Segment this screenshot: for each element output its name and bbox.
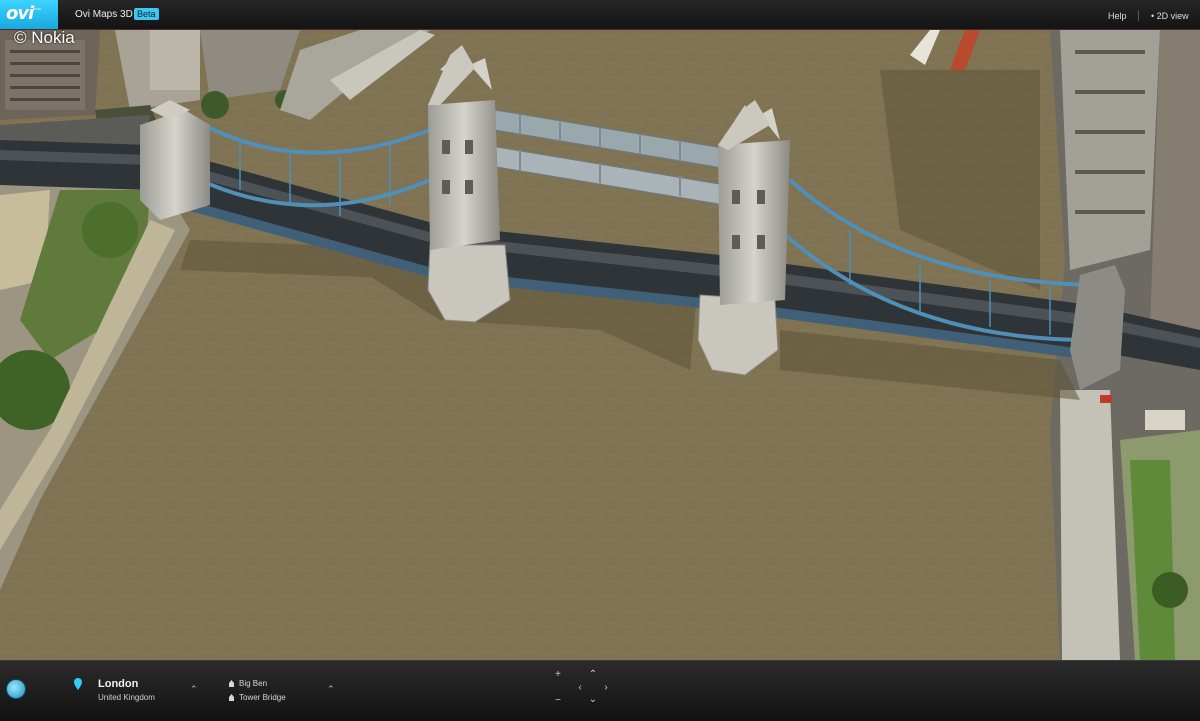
pan-down-icon[interactable]: ⌄ [587,694,599,705]
location-pin-icon [74,678,82,690]
pan-left-icon[interactable]: ‹ [574,682,586,693]
poi-item-tower-bridge[interactable]: Tower Bridge [228,693,286,702]
ovi-logo[interactable]: ovi beta [0,0,58,29]
logo-text: ovi [6,3,34,24]
pan-right-icon[interactable]: › [600,682,612,693]
beta-badge: Beta [134,8,159,20]
map-3d-viewport[interactable] [0,30,1200,660]
poi-expand-chevron-icon[interactable]: ⌃ [327,684,335,695]
top-bar: ovi beta Ovi Maps 3D Beta Help • 2D view [0,0,1200,30]
poi-label: Big Ben [239,679,268,688]
globe-icon[interactable] [6,679,26,699]
landmark-icon [229,680,234,687]
aerial-scene [0,30,1200,660]
help-link[interactable]: Help [1108,11,1127,21]
location-country: United Kingdom [98,693,155,702]
zoom-in-icon[interactable]: + [552,669,564,680]
zoom-out-icon[interactable]: − [552,695,564,706]
view-2d-label: 2D view [1156,11,1189,21]
location-city[interactable]: London [98,678,138,690]
poi-label: Tower Bridge [239,693,286,702]
logo-subtext: beta [33,6,41,11]
pan-up-icon[interactable]: ⌃ [587,669,599,680]
view-2d-button[interactable]: • 2D view [1151,11,1189,21]
topbar-divider [1138,10,1139,21]
app-title: Ovi Maps 3D [75,9,133,20]
landmark-icon [229,694,234,701]
nokia-watermark: © Nokia [14,28,75,47]
poi-item-big-ben[interactable]: Big Ben [228,679,267,688]
location-expand-chevron-icon[interactable]: ⌃ [190,684,198,695]
bottom-bar: London United Kingdom ⌃ Big Ben Tower Br… [0,660,1200,721]
